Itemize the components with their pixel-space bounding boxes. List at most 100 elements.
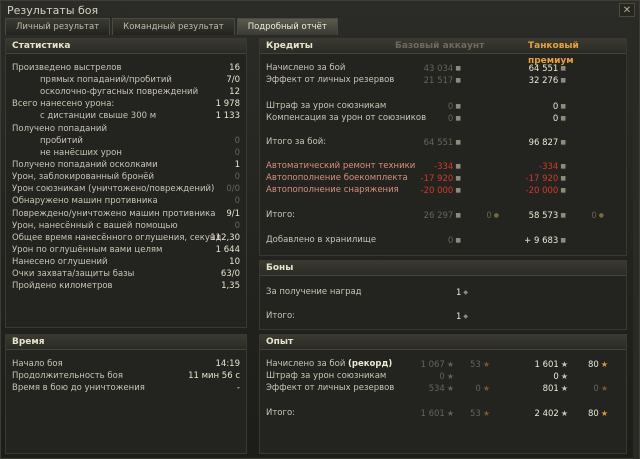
- free-xp-star-icon: ★: [482, 384, 490, 393]
- free-xp-star-icon: ★: [600, 409, 608, 418]
- tab-team-result[interactable]: Командный результат: [112, 18, 235, 35]
- premium-credits-amount: -20 000: [525, 186, 559, 196]
- basic-credits-amount: -334: [434, 162, 454, 172]
- stat-value: 0: [234, 172, 240, 182]
- time-row: Время в бою до уничтожения -: [6, 383, 246, 394]
- stat-value: 9/1: [226, 209, 240, 219]
- premium-credits-value: 32 276 ■: [529, 75, 566, 87]
- basic-credits-amount: 21 517: [423, 76, 454, 86]
- stat-value: 1 644: [215, 245, 240, 255]
- xp-star-icon: ★: [560, 409, 568, 418]
- stat-row: Обнаружено машин противника 0: [6, 196, 246, 207]
- stat-row: Урон, заблокированный бронёй 0: [6, 172, 246, 183]
- free-xp-star-icon: ★: [482, 360, 490, 369]
- basic-xp-amount: 534: [428, 384, 445, 394]
- stat-value: 16: [229, 63, 240, 73]
- stat-row: Урон союзникам (уничтожено/повреждений) 0…: [6, 184, 246, 195]
- basic-xp-value: 534 ★: [429, 383, 454, 395]
- credit-icon: ■: [560, 65, 566, 72]
- credits-panel: Кредиты Базовый аккаунт Танковый премиум…: [259, 38, 627, 256]
- stat-row: прямых попаданий/пробитий 7/0: [6, 75, 246, 86]
- tab-detailed-report[interactable]: Подробный отчёт: [236, 18, 338, 35]
- tab-personal-result[interactable]: Личный результат: [5, 18, 111, 35]
- basic-credits-value: 0 ■: [448, 101, 461, 113]
- statistics-header: Статистика: [6, 39, 246, 54]
- experience-header: Опыт: [260, 335, 626, 350]
- credit-icon: ■: [455, 237, 461, 244]
- credit-icon: ■: [455, 163, 461, 170]
- stat-value: 1 133: [215, 111, 240, 121]
- basic-credits-value: 43 034 ■: [424, 63, 461, 75]
- xp-star-icon: ★: [446, 360, 454, 369]
- stat-row: Получено попаданий осколками 1: [6, 160, 246, 171]
- premium-xp-amount: 0: [553, 372, 559, 382]
- experience-row: Итого: 1 601 ★ 53 ★ 2 402 ★ 80 ★: [260, 408, 626, 419]
- time-value: -: [236, 383, 240, 393]
- premium-credits-amount: 32 276: [528, 76, 559, 86]
- stat-value: 10: [229, 257, 240, 267]
- free-xp-star-icon: ★: [600, 360, 608, 369]
- experience-label: Штраф за урон союзникам: [266, 371, 387, 381]
- stat-value: 1,35: [221, 281, 240, 291]
- bond-icon: ◆: [463, 313, 468, 320]
- credits-label: Итого:: [266, 210, 296, 220]
- basic-credits-value: -20 000 ■: [421, 185, 461, 197]
- stat-label: Общее время нанесённого оглушения, секун…: [12, 233, 222, 243]
- stat-row: Урон, нанесённый с вашей помощью 0: [6, 221, 246, 232]
- basic-credits-value: -17 920 ■: [421, 173, 461, 185]
- premium-credits-value: 64 551 ■: [529, 63, 566, 75]
- credit-icon: ■: [560, 139, 566, 146]
- credit-icon: ■: [560, 237, 566, 244]
- gold-icon: ●: [598, 212, 604, 219]
- stat-value: 112,30: [210, 233, 240, 243]
- basic-xp-value: 1 067 ★: [420, 359, 454, 371]
- premium-gold-value: 0 ●: [591, 210, 604, 222]
- basic-credits-value: 21 517 ■: [424, 75, 461, 87]
- experience-label: Начислено за бой (рекорд): [266, 359, 393, 369]
- stat-row: Произведено выстрелов 16: [6, 63, 246, 74]
- basic-credits-amount: 0: [447, 102, 454, 112]
- time-row: Продолжительность боя 11 мин 56 с: [6, 371, 246, 382]
- credits-row: Эффект от личных резервов 21 517 ■ 32 276 ■: [260, 75, 626, 86]
- premium-credits-value: -20 000 ■: [526, 185, 566, 197]
- credit-icon: ■: [560, 115, 566, 122]
- credit-icon: ■: [455, 212, 461, 219]
- experience-row: Эффект от личных резервов 534 ★ 0 ★ 801 ★ 0 ★: [260, 383, 626, 394]
- basic-free-xp-amount: 53: [470, 360, 481, 370]
- xp-star-icon: ★: [446, 409, 454, 418]
- premium-free-xp-amount: 80: [588, 409, 599, 419]
- credits-row: Итого: 26 297 ■ 0 ● 58 573 ■ 0 ●: [260, 210, 626, 221]
- stat-value: 7/0: [226, 75, 240, 85]
- basic-xp-amount: 1 067: [420, 360, 445, 370]
- scrollbar[interactable]: [633, 19, 639, 459]
- basic-free-xp-amount: 53: [470, 409, 481, 419]
- basic-xp-value: 1 601 ★: [420, 408, 454, 420]
- time-header: Время: [6, 335, 246, 350]
- credit-icon: ■: [560, 187, 566, 194]
- experience-label: Итого:: [266, 408, 296, 418]
- credits-row: Компенсация за урон от союзников 0 ■ 0 ■: [260, 113, 626, 124]
- basic-credits-value: 0 ■: [448, 235, 461, 247]
- premium-credits-amount: + 9 683: [524, 236, 559, 246]
- stat-label: Получено попаданий осколками: [12, 160, 158, 170]
- stat-value: 1 978: [215, 99, 240, 109]
- basic-credits-amount: 0: [447, 114, 454, 124]
- time-label: Продолжительность боя: [12, 371, 123, 381]
- basic-free-xp-value: 53 ★: [470, 408, 490, 420]
- basic-gold-value: 0 ●: [486, 210, 499, 222]
- premium-xp-amount: 1 601: [534, 360, 559, 370]
- premium-credits-amount: -17 920: [525, 174, 559, 184]
- battle-results-window: Результаты боя ✕ Личный результат Команд…: [0, 0, 640, 459]
- stat-value: 0: [234, 148, 240, 158]
- close-icon[interactable]: ✕: [619, 3, 635, 17]
- stat-row: Получено попаданий: [6, 124, 246, 135]
- credit-icon: ■: [560, 103, 566, 110]
- credits-label: Компенсация за урон от союзников: [266, 113, 427, 123]
- basic-credits-amount: 26 297: [423, 211, 454, 221]
- statistics-panel: Статистика Произведено выстрелов 16 прямых…: [5, 38, 247, 328]
- stat-value: 0/0: [226, 184, 240, 194]
- stat-label: Пройдено километров: [12, 281, 113, 291]
- premium-credits-amount: 64 551: [528, 64, 559, 74]
- stat-row: Общее время нанесённого оглушения, секун…: [6, 233, 246, 244]
- stat-label: с дистанции свыше 300 м: [40, 111, 157, 121]
